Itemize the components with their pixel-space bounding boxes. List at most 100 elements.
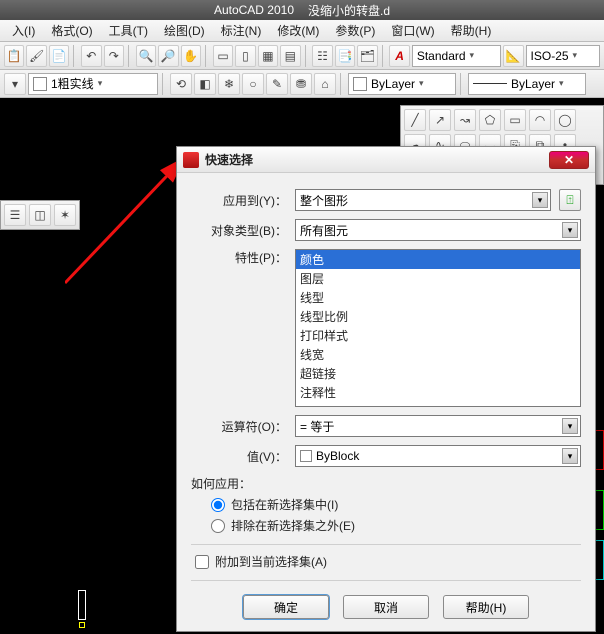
operator-combo[interactable]: = 等于 ▾ [295,415,581,437]
layerctl-icon[interactable]: ▾ [4,73,26,95]
layer-prev-icon[interactable]: ⟲ [170,73,192,95]
xline-icon[interactable]: ↗ [429,109,451,131]
text-style-combo[interactable]: Standard ▾ [412,45,501,67]
layer-off-icon[interactable]: ○ [242,73,264,95]
match-icon[interactable]: 🖌 [26,45,46,67]
circle-icon[interactable]: ◯ [554,109,576,131]
pan-icon[interactable]: ✋ [181,45,201,67]
list-item[interactable]: 图层 [296,269,580,288]
layer-color-value: ByLayer [371,77,415,91]
menu-modify[interactable]: 修改(M) [269,20,327,41]
zoom-window-icon[interactable]: 🔍 [136,45,156,67]
viewport4-icon[interactable]: ▤ [280,45,300,67]
undo-icon[interactable]: ↶ [81,45,101,67]
redo-icon[interactable]: ↷ [104,45,124,67]
menu-window[interactable]: 窗口(W) [383,20,442,41]
radio-exclude[interactable]: 排除在新选择集之外(E) [211,517,581,534]
layer-color-combo[interactable]: ByLayer ▾ [348,73,456,95]
line-sample-icon [473,83,507,84]
chevron-down-icon: ▾ [562,448,578,464]
pick-icon: ⍐ [566,193,573,208]
menu-format[interactable]: 格式(O) [43,20,100,41]
dialog-titlebar[interactable]: 快速选择 ✕ [177,147,595,173]
text-style-icon[interactable]: A [389,45,409,67]
polygon-icon[interactable]: ⬠ [479,109,501,131]
operator-value: = 等于 [300,418,334,435]
linetype-combo[interactable]: 1粗实线 ▾ [28,73,158,95]
line-icon[interactable]: ╱ [404,109,426,131]
clipboard-icon[interactable]: 📄 [49,45,69,67]
menu-dimension[interactable]: 标注(N) [213,20,270,41]
radio-include-input[interactable] [211,498,225,512]
check-append[interactable]: 附加到当前选择集(A) [195,553,581,570]
help-button[interactable]: 帮助(H) [443,595,529,619]
check-append-input[interactable] [195,555,209,569]
chevron-down-icon: ▾ [562,222,578,238]
value-combo[interactable]: ByBlock ▾ [295,445,581,467]
list-item[interactable]: 注释性 [296,383,580,402]
menu-tools[interactable]: 工具(T) [101,20,156,41]
linetype2-value: ByLayer [511,77,555,91]
text-style-value: Standard [417,49,466,63]
menu-parameter[interactable]: 参数(P) [327,20,383,41]
chevron-down-icon: ▾ [573,50,578,61]
props-icon[interactable]: ☷ [312,45,332,67]
selcycle-icon[interactable]: ◫ [29,204,51,226]
properties-listbox[interactable]: 颜色 图层 线型 线型比例 打印样式 线宽 超链接 注释性 [295,249,581,407]
left-palette: ☰ ◫ ✶ [0,200,80,230]
list-item[interactable]: 线宽 [296,345,580,364]
viewport2-icon[interactable]: ▯ [235,45,255,67]
title-bar: AutoCAD 2010 没缩小的转盘.d [0,0,604,20]
operator-label: 运算符(O)： [191,418,287,435]
polyline-icon[interactable]: ↝ [454,109,476,131]
list-item[interactable]: 超链接 [296,364,580,383]
color-swatch-icon [33,77,47,91]
ok-button[interactable]: 确定 [243,595,329,619]
object-type-combo[interactable]: 所有图元 ▾ [295,219,581,241]
layer-freeze-icon[interactable]: ❄ [218,73,240,95]
qselect-icon[interactable]: ☰ [4,204,26,226]
color-swatch-icon [353,77,367,91]
close-button[interactable]: ✕ [549,151,589,169]
menu-help[interactable]: 帮助(H) [443,20,500,41]
linetype2-combo[interactable]: ByLayer ▾ [468,73,586,95]
layer-cur-icon[interactable]: ⌂ [314,73,336,95]
apply-to-combo[interactable]: 整个图形 ▾ [295,189,551,211]
radio-exclude-input[interactable] [211,519,225,533]
zoom-prev-icon[interactable]: 🔎 [158,45,178,67]
color-swatch-icon [300,450,312,462]
layer-iso-icon[interactable]: ◧ [194,73,216,95]
layer-match-icon[interactable]: ✎ [266,73,288,95]
paste-icon[interactable]: 📋 [4,45,24,67]
list-item[interactable]: 线型 [296,288,580,307]
dim-style-icon[interactable]: 📐 [503,45,523,67]
document-name: 没缩小的转盘.d [308,2,390,19]
menu-insert[interactable]: 入(I) [4,20,43,41]
arc-icon[interactable]: ◠ [529,109,551,131]
how-apply-label: 如何应用： [191,475,581,492]
chevron-down-icon: ▾ [559,78,564,89]
menu-bar: 入(I) 格式(O) 工具(T) 绘图(D) 标注(N) 修改(M) 参数(P)… [0,20,604,42]
list-item[interactable]: 颜色 [296,250,580,269]
viewport3-icon[interactable]: ▦ [258,45,278,67]
layer-state-icon[interactable]: ⛃ [290,73,312,95]
quick-select-dialog: 快速选择 ✕ 应用到(Y)： 整个图形 ▾ ⍐ 对象类型(B)： 所有图元 ▾ … [176,146,596,632]
list-item[interactable]: 打印样式 [296,326,580,345]
dim-style-value: ISO-25 [531,49,569,63]
properties-label: 特性(P)： [191,249,287,266]
app-icon [183,152,199,168]
list-item[interactable]: 线型比例 [296,307,580,326]
quickcalc-icon[interactable]: ✶ [54,204,76,226]
viewport1-icon[interactable]: ▭ [213,45,233,67]
close-icon: ✕ [564,153,574,167]
dialog-buttons: 确定 取消 帮助(H) [191,589,581,621]
rectangle-icon[interactable]: ▭ [504,109,526,131]
tool-palette-icon[interactable]: 🗂 [357,45,377,67]
app-title: AutoCAD 2010 [214,3,294,17]
dim-style-combo[interactable]: ISO-25 ▾ [526,45,601,67]
radio-include[interactable]: 包括在新选择集中(I) [211,496,581,513]
sheet-icon[interactable]: 📑 [335,45,355,67]
cancel-button[interactable]: 取消 [343,595,429,619]
menu-draw[interactable]: 绘图(D) [156,20,213,41]
select-objects-button[interactable]: ⍐ [559,189,581,211]
